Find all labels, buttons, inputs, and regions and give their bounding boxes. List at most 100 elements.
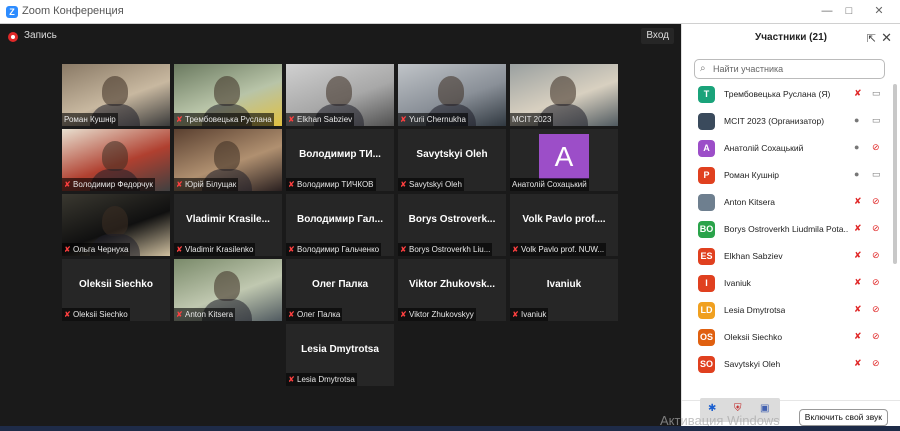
participant-avatar: OS	[698, 329, 715, 346]
camera-off-icon[interactable]: ⊘	[872, 223, 880, 234]
participant-tile[interactable]: ✘ Ольга Чернуха	[62, 194, 170, 256]
mic-icon[interactable]: ●	[854, 169, 859, 179]
participant-tile[interactable]: Володимир ТИ... ✘ Володимир ТИЧКОВ	[286, 129, 394, 191]
participant-row[interactable]: SO Savytskyi Oleh ✘ ⊘	[682, 352, 892, 379]
participant-name-label: ✘ Anton Kitsera	[174, 308, 236, 321]
mic-muted-icon: ✘	[64, 180, 71, 189]
minimize-button[interactable]: —	[818, 3, 836, 19]
participant-name: Анатолій Сохацький	[724, 143, 804, 153]
participant-tile[interactable]: Volk Pavlo prof.... ✘ Volk Pavlo prof. NUW…	[510, 194, 618, 256]
participant-name-text: Володимир ТИЧКОВ	[297, 180, 374, 189]
participant-display-name: Viktor Zhukovsk...	[409, 279, 495, 290]
participant-name-label: ✘ Юрій Білущак	[174, 178, 239, 191]
mic-muted-icon[interactable]: ✘	[854, 223, 862, 234]
person-silhouette-icon	[102, 141, 128, 171]
participant-avatar	[698, 194, 715, 211]
participant-row[interactable]: OS Oleksii Siechko ✘ ⊘	[682, 325, 892, 352]
participant-row[interactable]: ES Elkhan Sabziev ✘ ⊘	[682, 244, 892, 271]
participant-name: Роман Кушнір	[724, 170, 779, 180]
search-placeholder: Найти участника	[713, 64, 784, 74]
participant-tile[interactable]: ✘ Володимир Федорчук	[62, 129, 170, 191]
camera-off-icon[interactable]: ⊘	[872, 142, 880, 153]
participant-name-label: ✘ Oleksii Siechko	[62, 308, 130, 321]
participant-row[interactable]: MCIT 2023 (Организатор) ● ▭	[682, 109, 892, 136]
participant-tile[interactable]: MCIT 2023	[510, 64, 618, 126]
participant-name-label: ✘ Vladimir Krasilenko	[174, 243, 256, 256]
participant-name-text: Elkhan Sabziev	[297, 115, 353, 124]
participant-row[interactable]: T Трембовецька Руслана (Я) ✘ ▭	[682, 82, 892, 109]
participant-name-label: Анатолій Сохацький	[510, 178, 589, 191]
participant-row[interactable]: P Роман Кушнір ● ▭	[682, 163, 892, 190]
participant-tile[interactable]: Vladimir Krasile... ✘ Vladimir Krasilenko	[174, 194, 282, 256]
mic-muted-icon[interactable]: ✘	[854, 304, 862, 315]
mic-muted-icon: ✘	[288, 245, 295, 254]
zoom-logo-icon: Z	[6, 6, 18, 18]
person-silhouette-icon	[102, 76, 128, 106]
participant-tile[interactable]: Lesia Dmytrotsa ✘ Lesia Dmytrotsa	[286, 324, 394, 386]
mic-muted-icon[interactable]: ✘	[854, 358, 862, 369]
participant-tile[interactable]: ✘ Elkhan Sabziev	[286, 64, 394, 126]
close-window-button[interactable]: ✕	[870, 3, 888, 19]
mic-icon[interactable]: ●	[854, 115, 859, 125]
participant-name-text: MCIT 2023	[512, 115, 552, 124]
camera-off-icon[interactable]: ⊘	[872, 304, 880, 315]
maximize-button[interactable]: □	[840, 3, 858, 19]
camera-off-icon[interactable]: ⊘	[872, 250, 880, 261]
participant-tile[interactable]: Олег Палка ✘ Олег Палка	[286, 259, 394, 321]
participant-tile[interactable]: Oleksii Siechko ✘ Oleksii Siechko	[62, 259, 170, 321]
camera-off-icon[interactable]: ⊘	[872, 196, 880, 207]
participant-tile[interactable]: Borys Ostroverk... ✘ Borys Ostroverkh Liu.…	[398, 194, 506, 256]
mic-icon[interactable]: ●	[854, 142, 859, 152]
mic-muted-icon: ✘	[288, 180, 295, 189]
participant-name-text: Анатолій Сохацький	[512, 180, 587, 189]
participant-tile[interactable]: Ivaniuk ✘ Ivaniuk	[510, 259, 618, 321]
participant-tile[interactable]: Viktor Zhukovsk... ✘ Viktor Zhukovskyy	[398, 259, 506, 321]
participant-tile[interactable]: Роман Кушнір	[62, 64, 170, 126]
participant-avatar: T	[698, 86, 715, 103]
camera-off-icon[interactable]: ⊘	[872, 277, 880, 288]
participant-tile[interactable]: Savytskyi Oleh ✘ Savytskyi Oleh	[398, 129, 506, 191]
participant-search[interactable]: ⌕ Найти участника	[694, 59, 885, 79]
person-silhouette-icon	[326, 76, 352, 106]
participant-row[interactable]: Anton Kitsera ✘ ⊘	[682, 190, 892, 217]
participant-avatar: SO	[698, 356, 715, 373]
participant-name-label: ✘ Володимир Федорчук	[62, 178, 155, 191]
participant-row[interactable]: I Ivaniuk ✘ ⊘	[682, 271, 892, 298]
participant-tile[interactable]: ✘ Anton Kitsera	[174, 259, 282, 321]
participant-tile[interactable]: ✘ Трембовецька Руслана	[174, 64, 282, 126]
participant-tile[interactable]: A Анатолій Сохацький	[510, 129, 618, 191]
participant-name: Anton Kitsera	[724, 197, 776, 207]
participant-tile[interactable]: Володимир Гал... ✘ Володимир Гальченко	[286, 194, 394, 256]
participant-tile[interactable]: ✘ Юрій Білущак	[174, 129, 282, 191]
camera-off-icon[interactable]: ⊘	[872, 331, 880, 342]
taskbar	[0, 426, 900, 431]
participant-name-label: ✘ Ольга Чернуха	[62, 243, 131, 256]
participant-name: Трембовецька Руслана (Я)	[724, 89, 831, 99]
participant-name-text: Yurii Chernukha	[409, 115, 466, 124]
camera-icon[interactable]: ▭	[872, 88, 881, 99]
mic-muted-icon[interactable]: ✘	[854, 196, 862, 207]
popout-icon[interactable]: ⇱	[867, 32, 876, 45]
mic-muted-icon[interactable]: ✘	[854, 88, 862, 99]
close-panel-icon[interactable]: ✕	[881, 30, 892, 46]
participant-row[interactable]: LD Lesia Dmytrotsa ✘ ⊘	[682, 298, 892, 325]
camera-icon[interactable]: ▭	[872, 115, 881, 126]
participant-name-label: ✘ Олег Палка	[286, 308, 343, 321]
participant-name-text: Володимир Федорчук	[73, 180, 153, 189]
participant-tile[interactable]: ✘ Yurii Chernukha	[398, 64, 506, 126]
participant-name-text: Viktor Zhukovskyy	[409, 310, 474, 319]
participant-scrollbar[interactable]	[893, 84, 897, 264]
enter-button[interactable]: Вход	[641, 28, 674, 44]
person-silhouette-icon	[550, 76, 576, 106]
participant-name-text: Volk Pavlo prof. NUW...	[521, 245, 605, 254]
mic-muted-icon[interactable]: ✘	[854, 331, 862, 342]
camera-icon[interactable]: ▭	[872, 169, 881, 180]
participant-row[interactable]: A Анатолій Сохацький ● ⊘	[682, 136, 892, 163]
participant-avatar: LD	[698, 302, 715, 319]
participant-row[interactable]: BO Borys Ostroverkh Liudmila Pota... ✘ ⊘	[682, 217, 892, 244]
unmute-me-button[interactable]: Включить свой звук	[798, 409, 888, 426]
participant-name-text: Vladimir Krasilenko	[185, 245, 254, 254]
mic-muted-icon[interactable]: ✘	[854, 250, 862, 261]
mic-muted-icon[interactable]: ✘	[854, 277, 862, 288]
camera-off-icon[interactable]: ⊘	[872, 358, 880, 369]
